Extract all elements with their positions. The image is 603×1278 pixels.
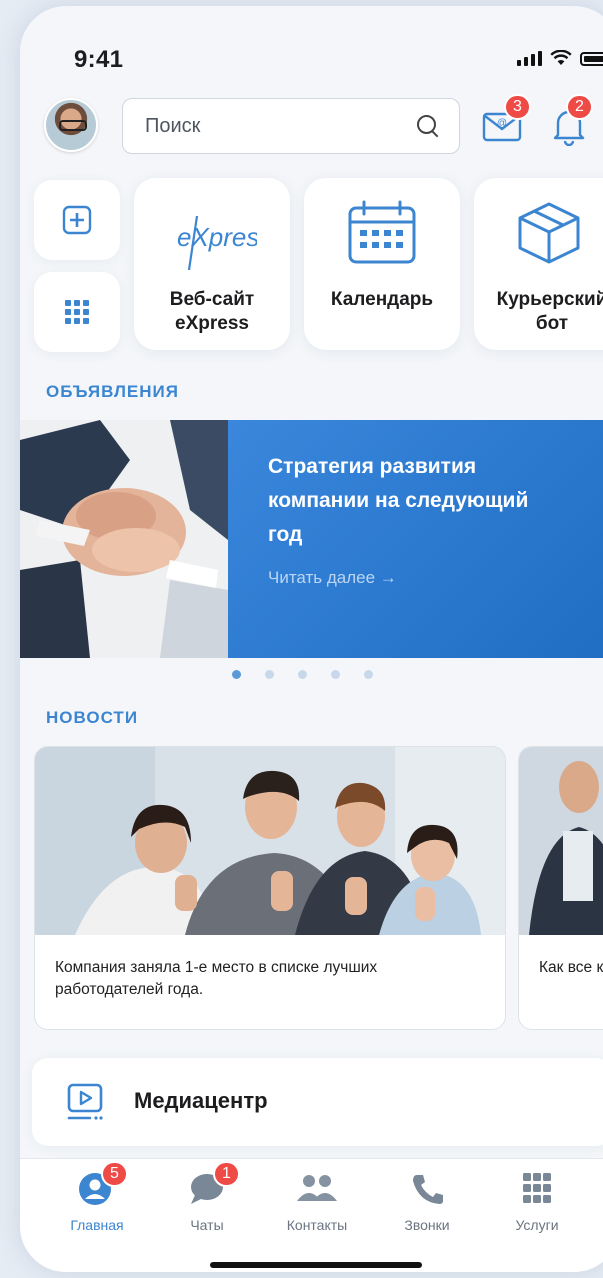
home-indicator[interactable] — [210, 1262, 422, 1268]
quick-actions: eXpress Веб-сайт eXpress Календарь — [20, 174, 603, 352]
announcements-title: ОБЪЯВЛЕНИЯ — [46, 382, 179, 401]
carousel-dot[interactable] — [330, 670, 340, 679]
status-time: 9:41 — [74, 46, 124, 73]
announcement-banner[interactable]: Стратегия развития компании на следующий… — [20, 420, 603, 658]
banner-photo-hands — [20, 420, 228, 658]
wifi-icon — [550, 50, 572, 65]
tab-home[interactable]: 5 Главная — [42, 1161, 152, 1233]
search-input[interactable]: Поиск — [122, 98, 460, 154]
plus-square-icon — [62, 205, 92, 235]
tile-label: Курьерский бот — [496, 289, 603, 334]
media-center-label: Медиацентр — [134, 1088, 268, 1113]
phone-icon — [407, 1171, 447, 1207]
tile-label: Веб-сайт eXpress — [169, 289, 255, 334]
tile-label: Календарь — [330, 289, 434, 310]
news-photo-office — [519, 747, 603, 935]
tab-badge: 5 — [101, 1161, 128, 1187]
tab-chats[interactable]: 1 Чаты — [152, 1161, 262, 1233]
tab-contacts[interactable]: Контакты — [262, 1171, 372, 1233]
tile-express-website[interactable]: eXpress Веб-сайт eXpress — [134, 178, 290, 350]
svg-text:@: @ — [497, 118, 507, 129]
contacts-icon — [297, 1171, 337, 1207]
status-bar: 9:41 — [20, 6, 603, 86]
tab-label: Контакты — [286, 1217, 348, 1233]
express-logo: eXpress — [167, 208, 272, 279]
read-more-link[interactable]: Читать далее → — [268, 568, 397, 588]
battery-icon — [580, 52, 603, 66]
carousel-dot[interactable] — [297, 670, 307, 679]
tab-services[interactable]: Услуги — [482, 1171, 592, 1233]
carousel-dot[interactable] — [264, 670, 274, 679]
tab-label: Чаты — [190, 1217, 224, 1233]
tab-label: Звонки — [404, 1217, 450, 1233]
notifications-button[interactable]: 2 — [550, 94, 593, 147]
phone-screen: 9:41 Поиск @ 3 2 eXpre Веб-сайт eXpress … — [20, 6, 603, 1272]
signal-icon — [517, 50, 542, 66]
mail-badge: 3 — [504, 94, 531, 120]
top-bar: Поиск @ 3 2 — [20, 94, 603, 162]
carousel-dots — [20, 670, 603, 679]
tab-bar: 5 Главная 1 Чаты Контакты Звонки Услуги — [20, 1158, 603, 1272]
calendar-icon — [346, 200, 418, 271]
video-play-icon — [67, 1083, 103, 1120]
search-icon — [417, 115, 439, 137]
grid-icon — [65, 300, 89, 324]
tile-courier-bot[interactable]: Курьерский бот — [474, 178, 603, 350]
news-text: Компания заняла 1-е место в списке лучши… — [55, 959, 378, 998]
add-shortcut-button[interactable] — [34, 180, 120, 260]
tab-label: Услуги — [515, 1217, 559, 1233]
tab-label: Главная — [70, 1217, 124, 1233]
svg-text:eXpress: eXpress — [177, 222, 257, 252]
avatar[interactable] — [44, 98, 98, 152]
home-user-icon: 5 — [77, 1161, 128, 1207]
news-title: НОВОСТИ — [46, 708, 139, 727]
tab-calls[interactable]: Звонки — [372, 1171, 482, 1233]
tab-badge: 1 — [213, 1161, 240, 1187]
all-apps-button[interactable] — [34, 272, 120, 352]
news-card[interactable]: Компания заняла 1-е место в списке лучши… — [34, 746, 506, 1030]
media-center-button[interactable]: Медиацентр — [32, 1058, 603, 1146]
grid-icon — [517, 1171, 557, 1207]
chat-bubble-icon: 1 — [187, 1161, 240, 1207]
box-icon — [516, 200, 582, 271]
search-placeholder: Поиск — [145, 114, 201, 137]
banner-title: Стратегия развития компании на следующий… — [268, 455, 529, 546]
carousel-dot[interactable] — [363, 670, 373, 679]
status-icons — [517, 50, 603, 66]
carousel-dot[interactable] — [231, 670, 241, 679]
notifications-badge: 2 — [566, 94, 593, 120]
news-carousel: Компания заняла 1-е место в списке лучши… — [20, 746, 603, 1030]
mail-button[interactable]: @ 3 — [482, 94, 531, 144]
news-text: Как все корпора — [539, 959, 603, 976]
news-card[interactable]: Как все корпора — [518, 746, 603, 1030]
banner-panel: Стратегия развития компании на следующий… — [228, 420, 603, 658]
news-photo-team — [35, 747, 505, 935]
tile-calendar[interactable]: Календарь — [304, 178, 460, 350]
